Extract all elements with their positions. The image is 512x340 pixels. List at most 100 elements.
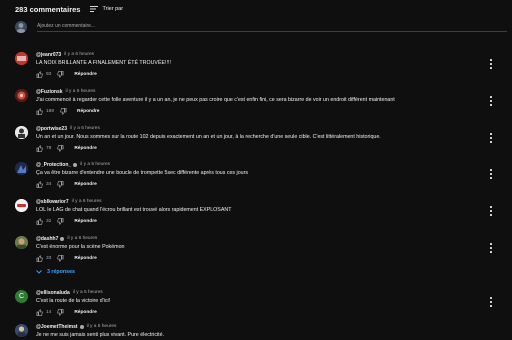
like-count: 188 xyxy=(46,109,55,114)
show-replies-button[interactable]: 3 réponses xyxy=(36,269,75,275)
comment-text: Un an et un jour. Nous sommes sur la rou… xyxy=(36,134,381,140)
comment-item: @JoemetTheimst il y a 6 heures Je ne me s… xyxy=(15,323,507,340)
comment-time[interactable]: il y a 6 heures xyxy=(70,126,100,131)
comment-text: C'est la route de la victoire d'ici! xyxy=(36,298,111,304)
like-button[interactable]: 78 xyxy=(36,145,57,152)
comment-time[interactable]: il y a 6 heures xyxy=(64,52,94,57)
comment-avatar[interactable] xyxy=(15,52,28,65)
thumb-up-icon xyxy=(36,309,43,316)
avatar-image-icon xyxy=(15,324,28,337)
verified-badge-icon xyxy=(73,162,78,167)
avatar-letter: C xyxy=(18,293,25,300)
comment-avatar[interactable] xyxy=(15,162,28,175)
comment-item: @dashh7 il y a 6 heures C'est énorme pour… xyxy=(15,235,507,269)
thumb-up-icon xyxy=(36,145,43,152)
verified-badge-icon xyxy=(79,324,84,329)
comment-avatar[interactable] xyxy=(15,236,28,249)
like-count: 34 xyxy=(46,182,52,187)
comment-time[interactable]: il y a 6 heures xyxy=(72,199,102,204)
sort-label: Trier par xyxy=(102,6,124,12)
like-button[interactable]: 188 xyxy=(36,108,60,115)
more-actions-icon[interactable] xyxy=(489,59,493,69)
comment-time[interactable]: il y a 5 heures xyxy=(80,162,110,167)
comment-avatar[interactable] xyxy=(15,89,28,102)
comment-author[interactable]: @sblkwarior7 xyxy=(36,199,69,205)
more-actions-icon[interactable] xyxy=(489,297,493,307)
like-button[interactable]: 34 xyxy=(36,181,57,188)
comment-author[interactable]: @ellisonaluda xyxy=(36,290,70,296)
sort-button[interactable]: Trier par xyxy=(90,6,123,12)
avatar-image-icon xyxy=(15,126,28,139)
like-button[interactable]: 14 xyxy=(36,309,57,316)
comment-time[interactable]: il y a 6 heures xyxy=(67,236,97,241)
user-avatar xyxy=(15,21,27,33)
dislike-button[interactable] xyxy=(57,309,64,316)
comment-avatar[interactable] xyxy=(15,324,28,337)
like-count: 32 xyxy=(46,219,52,224)
avatar-image-icon xyxy=(15,199,28,212)
dislike-button[interactable] xyxy=(57,145,64,152)
comments-count: 283 commentaires xyxy=(15,4,81,14)
reply-button[interactable]: Répondre xyxy=(70,70,100,79)
comment-item: @sblkwarior7 il y a 6 heures LOL le LAG d… xyxy=(15,198,507,232)
dislike-button[interactable] xyxy=(57,218,64,225)
comment-item: @Fuzionsk il y a 6 heures J'ai commencé à… xyxy=(15,88,507,122)
comment-avatar[interactable] xyxy=(15,199,28,212)
avatar-image-icon xyxy=(15,89,28,102)
comment-author[interactable]: @dashh7 xyxy=(36,236,58,242)
reply-button[interactable]: Répondre xyxy=(70,308,100,317)
more-actions-icon[interactable] xyxy=(489,169,493,179)
like-button[interactable]: 93 xyxy=(36,71,57,78)
more-actions-icon[interactable] xyxy=(489,243,493,253)
comment-author[interactable]: @portwise23 xyxy=(36,126,67,132)
comment-time[interactable]: il y a 6 heures xyxy=(66,89,96,94)
comment-text: LOL le LAG de chat quand l'écrou brillan… xyxy=(36,207,232,213)
more-actions-icon[interactable] xyxy=(489,206,493,216)
comment-item: @jeanr073 il y a 6 heures LA NOIX BRILLAN… xyxy=(15,51,507,85)
verified-badge-icon xyxy=(60,236,65,241)
comment-author[interactable]: @JoemetTheimst xyxy=(36,324,78,330)
dislike-button[interactable] xyxy=(57,181,64,188)
comment-text: J'ai commencé à regarder cette folle ave… xyxy=(36,97,395,103)
like-count: 33 xyxy=(46,256,52,261)
comment-text: Ça va être bizarre d'entendre une boucle… xyxy=(36,170,249,176)
comment-time[interactable]: il y a 6 heures xyxy=(87,324,117,329)
thumb-up-icon xyxy=(36,71,43,78)
dislike-button[interactable] xyxy=(57,71,64,78)
dislike-button[interactable] xyxy=(60,108,67,115)
thumb-down-icon xyxy=(57,71,64,78)
comment-author[interactable]: @jeanr073 xyxy=(36,52,61,58)
more-actions-icon[interactable] xyxy=(489,133,493,143)
comment-text: LA NOIX BRILLANTE A FINALEMENT ÉTÉ TROUV… xyxy=(36,60,171,66)
comment-avatar[interactable] xyxy=(15,126,28,139)
reply-button[interactable]: Répondre xyxy=(70,144,100,153)
comment-item: @_Protection_ il y a 5 heures Ça va être … xyxy=(15,161,507,195)
comment-text: C'est énorme pour la scène Pokémon xyxy=(36,244,125,250)
reply-button[interactable]: Répondre xyxy=(70,217,100,226)
user-avatar-icon xyxy=(16,23,26,33)
thumb-down-icon xyxy=(57,145,64,152)
thumb-up-icon xyxy=(36,108,43,115)
comment-author[interactable]: @Fuzionsk xyxy=(36,89,63,95)
comment-time[interactable]: il y a 5 heures xyxy=(73,290,103,295)
comment-author[interactable]: @_Protection_ xyxy=(36,162,71,168)
comment-text: Je ne me suis jamais senti plus vivant. … xyxy=(36,332,165,338)
thumb-down-icon xyxy=(60,108,67,115)
like-button[interactable]: 33 xyxy=(36,255,57,262)
sort-icon xyxy=(90,6,99,12)
reply-button[interactable]: Répondre xyxy=(73,107,103,116)
add-comment-input[interactable]: Ajoutez un commentaire... xyxy=(37,21,507,32)
chevron-down-icon xyxy=(36,270,42,274)
thumb-up-icon xyxy=(36,255,43,262)
avatar-image-icon xyxy=(15,52,28,65)
comment-avatar[interactable]: C xyxy=(15,290,28,303)
reply-button[interactable]: Répondre xyxy=(70,180,100,189)
thumb-down-icon xyxy=(57,255,64,262)
more-actions-icon[interactable] xyxy=(489,96,493,106)
thumb-up-icon xyxy=(36,181,43,188)
reply-button[interactable]: Répondre xyxy=(70,254,100,263)
thumb-down-icon xyxy=(57,218,64,225)
comments-header: 283 commentaires Trier par xyxy=(15,3,123,15)
dislike-button[interactable] xyxy=(57,255,64,262)
like-button[interactable]: 32 xyxy=(36,218,57,225)
